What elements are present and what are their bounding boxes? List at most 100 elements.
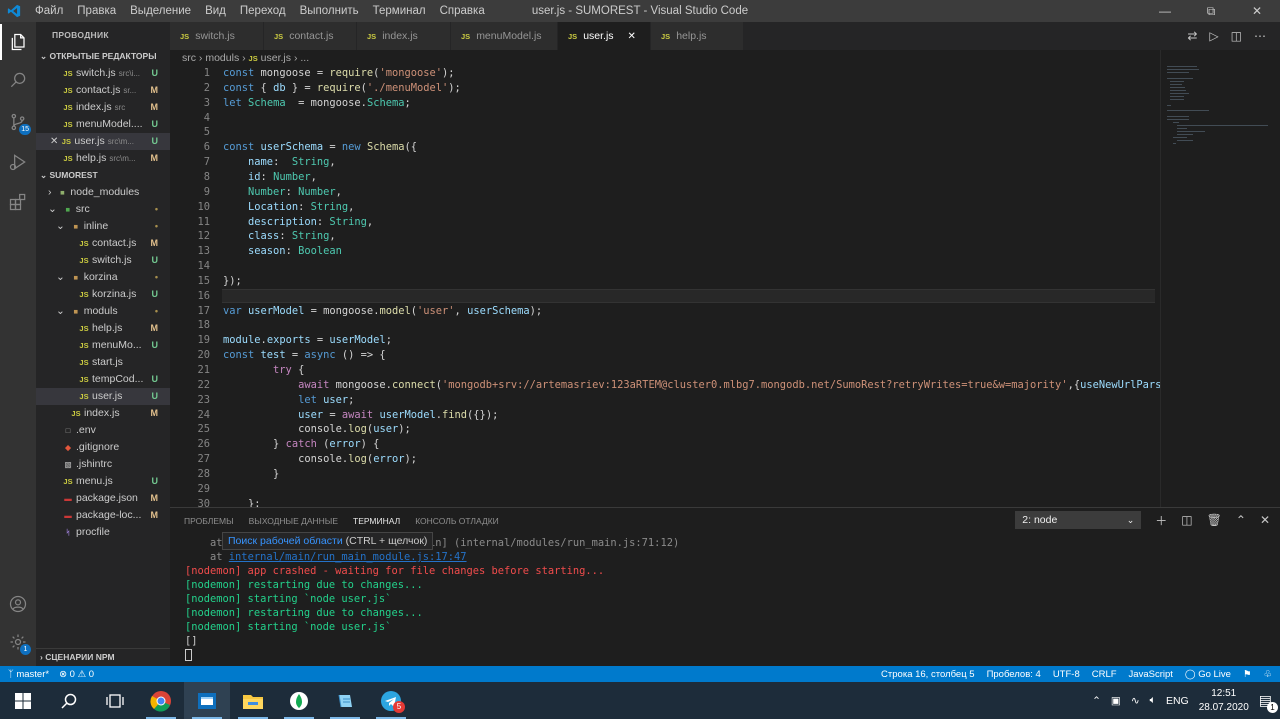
code-editor[interactable]: 1 2 3 4 5 6 7 8 9 10 11 12 13 14 15 16 17 18 19 20 21 22 23 24 2… <box>170 67 1160 507</box>
line-ending[interactable]: CRLF <box>1092 669 1117 680</box>
tab-contact[interactable]: JS contact.js <box>264 22 357 50</box>
menu-file[interactable]: Файл <box>28 0 70 22</box>
tree-file[interactable]: JS contact.js M <box>36 235 170 252</box>
close-tab-icon[interactable]: ✕ <box>628 31 636 42</box>
panel-tab-problems[interactable]: ПРОБЛЕМЫ <box>184 508 234 534</box>
close-panel-icon[interactable]: ✕ <box>1260 513 1270 527</box>
split-terminal-icon[interactable]: ◫ <box>1181 513 1192 527</box>
tree-file[interactable]: ᛋ procfile <box>36 524 170 541</box>
breadcrumb-symbol[interactable]: ... <box>300 52 309 64</box>
terminal-prompt[interactable] <box>185 648 679 662</box>
vscode-taskbar-icon[interactable] <box>184 682 230 719</box>
encoding[interactable]: UTF-8 <box>1053 669 1080 680</box>
menu-view[interactable]: Вид <box>198 0 233 22</box>
breadcrumb-moduls[interactable]: moduls <box>205 52 239 64</box>
menu-help[interactable]: Справка <box>433 0 492 22</box>
clock[interactable]: 12:51 28.07.2020 <box>1199 687 1249 715</box>
search-icon[interactable] <box>0 62 36 98</box>
windows-start-icon[interactable] <box>0 682 46 719</box>
volume-icon[interactable]: 🔈︎ <box>1150 694 1156 707</box>
menu-terminal[interactable]: Терминал <box>366 0 433 22</box>
taskbar-search-icon[interactable] <box>46 682 92 719</box>
chrome-icon[interactable] <box>138 682 184 719</box>
telegram-icon[interactable]: 5 <box>368 682 414 719</box>
open-editor-item[interactable]: JS contact.js sr... M <box>36 82 170 99</box>
tree-file[interactable]: JS switch.js U <box>36 252 170 269</box>
action-center-icon[interactable]: ▤ 1 <box>1259 692 1278 713</box>
notifications-bell-icon[interactable]: ♧ <box>1263 669 1272 680</box>
run-icon[interactable]: ▷ <box>1209 29 1218 43</box>
terminal-link[interactable]: internal/main/run_main_module.js:17:47 <box>229 551 467 563</box>
problems-counter[interactable]: ⊗ 0 ⚠ 0 <box>59 669 94 680</box>
tab-switch[interactable]: JS switch.js <box>170 22 264 50</box>
menu-edit[interactable]: Правка <box>70 0 123 22</box>
new-terminal-plus-icon[interactable]: ＋ <box>1155 512 1167 529</box>
explorer-icon[interactable] <box>0 24 36 60</box>
indentation[interactable]: Пробелов: 4 <box>987 669 1041 680</box>
tab-help[interactable]: JS help.js <box>651 22 744 50</box>
account-icon[interactable] <box>0 586 36 622</box>
split-editor-icon[interactable]: ◫ <box>1231 29 1242 43</box>
tree-file[interactable]: JS korzina.js U <box>36 286 170 303</box>
open-editors-section[interactable]: ⌄ ОТКРЫТЫЕ РЕДАКТОРЫ <box>36 48 170 65</box>
menu-go[interactable]: Переход <box>233 0 293 22</box>
git-branch[interactable]: ᛉ master* <box>8 669 49 680</box>
tooltip-link[interactable]: Поиск рабочей области <box>228 535 343 547</box>
file-explorer-icon[interactable] <box>230 682 276 719</box>
minimize-icon[interactable]: — <box>1142 0 1188 22</box>
panel-tab-output[interactable]: ВЫХОДНЫЕ ДАННЫЕ <box>249 508 338 534</box>
tree-file[interactable]: JS start.js <box>36 354 170 371</box>
tree-folder[interactable]: ⌄ ■ korzina • <box>36 269 170 286</box>
breadcrumb-file[interactable]: user.js <box>261 52 291 64</box>
task-view-icon[interactable] <box>92 682 138 719</box>
close-editor-icon[interactable]: ✕ <box>50 136 58 147</box>
compare-icon[interactable]: ⇄ <box>1187 29 1197 43</box>
tree-file[interactable]: ▬ package.json M <box>36 490 170 507</box>
maximize-panel-icon[interactable]: ⌃ <box>1236 513 1246 527</box>
panel-tab-debug-console[interactable]: КОНСОЛЬ ОТЛАДКИ <box>415 508 499 534</box>
language-mode[interactable]: JavaScript <box>1129 669 1173 680</box>
panel-tab-terminal[interactable]: ТЕРМИНАЛ <box>353 508 401 534</box>
npm-scripts-section[interactable]: › СЦЕНАРИИ NPM <box>36 648 170 665</box>
wifi-icon[interactable]: ∿ <box>1131 695 1140 707</box>
notepad-icon[interactable] <box>322 682 368 719</box>
tree-file[interactable]: JS menu.js U <box>36 473 170 490</box>
cursor-position[interactable]: Строка 16, столбец 5 <box>881 669 975 680</box>
network-icon[interactable]: ▣ <box>1111 695 1121 707</box>
tree-folder[interactable]: ⌄ ■ moduls • <box>36 303 170 320</box>
menu-selection[interactable]: Выделение <box>123 0 198 22</box>
tree-file[interactable]: JS index.js M <box>36 405 170 422</box>
tab-menumodel[interactable]: JS menuModel.js <box>451 22 558 50</box>
tree-folder[interactable]: › ■ node_modules <box>36 184 170 201</box>
more-actions-icon[interactable]: ⋯ <box>1254 29 1266 43</box>
run-debug-icon[interactable] <box>0 144 36 180</box>
tree-file[interactable]: □ .env <box>36 422 170 439</box>
tree-file[interactable]: ▬ package-loc... M <box>36 507 170 524</box>
open-editor-item[interactable]: JS help.js src\m... M <box>36 150 170 167</box>
restore-icon[interactable]: ⧉ <box>1188 0 1234 22</box>
minimap[interactable] <box>1160 50 1273 507</box>
terminal-select[interactable]: 2: node ⌄ <box>1015 511 1142 529</box>
tree-file[interactable]: ◆ .gitignore <box>36 439 170 456</box>
trash-icon[interactable]: 🗑︎ <box>1207 513 1222 527</box>
tree-file[interactable]: JS menuMo... U <box>36 337 170 354</box>
open-editor-item[interactable]: JS index.js src M <box>36 99 170 116</box>
tree-folder[interactable]: ⌄ ■ src • <box>36 201 170 218</box>
source-control-icon[interactable]: 15 <box>0 104 36 140</box>
settings-gear-icon[interactable]: 1 <box>0 624 36 660</box>
tab-index[interactable]: JS index.js <box>357 22 451 50</box>
tree-file[interactable]: JS help.js M <box>36 320 170 337</box>
open-editor-item[interactable]: JS switch.js src\i... U <box>36 65 170 82</box>
project-section[interactable]: ⌄ SUMOREST <box>36 167 170 184</box>
tree-file[interactable]: JS tempCod... U <box>36 371 170 388</box>
tab-user-active[interactable]: JS user.js ✕ <box>558 22 651 50</box>
go-live-button[interactable]: ◯ Go Live <box>1185 669 1231 680</box>
breadcrumb-src[interactable]: src <box>182 52 196 64</box>
tree-file[interactable]: ▧ .jshintrc <box>36 456 170 473</box>
mongodb-compass-icon[interactable] <box>276 682 322 719</box>
terminal-output[interactable]: at main] (internal/modules/run_main.js:7… <box>185 536 679 662</box>
extensions-icon[interactable] <box>0 184 36 220</box>
open-editor-item[interactable]: JS menuModel.... U <box>36 116 170 133</box>
tree-file-selected[interactable]: JS user.js U <box>36 388 170 405</box>
open-editor-item-active[interactable]: ✕ JS user.js src\m... U <box>36 133 170 150</box>
